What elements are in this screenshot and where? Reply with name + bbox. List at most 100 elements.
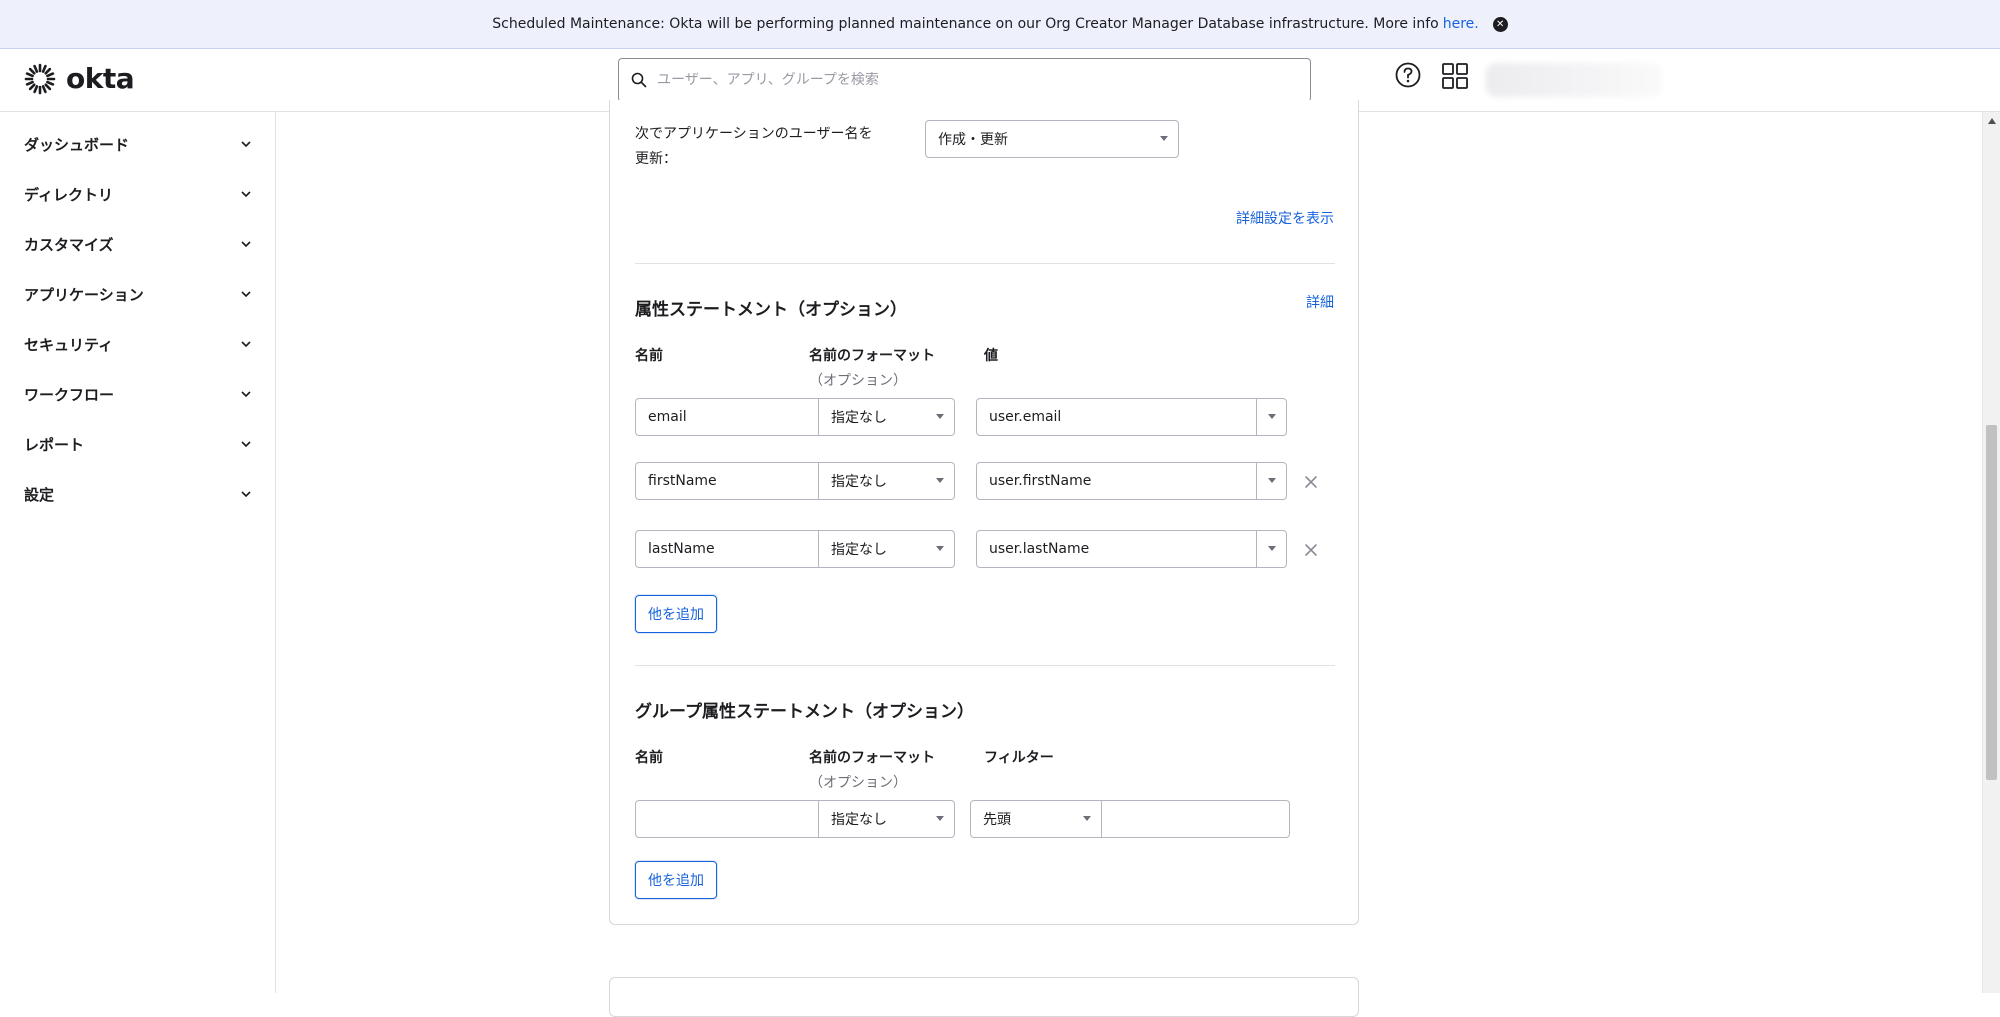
group-attribute-format-select[interactable]: 指定なし [819, 800, 955, 838]
group-attribute-name-input[interactable] [635, 800, 819, 838]
attribute-value-text: user.lastName [989, 541, 1090, 557]
saml-settings-card: 次でアプリケーションのユーザー名を 更新： 作成・更新 詳細設定を表示 属性ステ… [609, 100, 1359, 925]
attribute-value-combobox[interactable]: user.email [976, 398, 1287, 436]
sidebar-nav: ダッシュボード ディレクトリ カスタマイズ アプリケーション セキュリティ ワー… [0, 112, 276, 993]
username-update-label-line2: 更新： [635, 151, 677, 167]
sidebar-item-reports[interactable]: レポート [0, 424, 276, 464]
sidebar-item-label: ワークフロー [24, 385, 115, 404]
caret-down-icon [1083, 816, 1091, 821]
sidebar-item-label: カスタマイズ [24, 235, 114, 254]
okta-sunburst-icon [24, 63, 56, 94]
username-update-label: 次でアプリケーションのユーザー名を 更新： [635, 122, 872, 172]
group-col-header-name-format-sub: （オプション） [809, 775, 907, 791]
group-attribute-format-value: 指定なし [831, 812, 887, 828]
next-section-card [609, 977, 1359, 1017]
col-header-name: 名前 [635, 348, 663, 364]
sidebar-item-security[interactable]: セキュリティ [0, 324, 276, 364]
combobox-toggle[interactable] [1256, 463, 1286, 499]
attribute-statements-title: 属性ステートメント（オプション） [635, 300, 907, 320]
divider [635, 665, 1335, 666]
help-icon[interactable] [1394, 61, 1422, 89]
chevron-down-icon [241, 441, 251, 448]
maintenance-banner: Scheduled Maintenance: Okta will be perf… [0, 0, 2000, 49]
add-group-attribute-button[interactable]: 他を追加 [635, 861, 717, 899]
attribute-statements-detail-link[interactable]: 詳細 [1306, 292, 1334, 312]
username-update-label-line1: 次でアプリケーションのユーザー名を [635, 126, 873, 142]
caret-down-icon [1268, 414, 1276, 419]
attribute-value-text: user.firstName [989, 473, 1092, 489]
caret-down-icon [1268, 478, 1276, 483]
col-header-name-format: 名前のフォーマット [809, 348, 935, 364]
attribute-name-value: email [648, 409, 687, 425]
username-update-value: 作成・更新 [938, 132, 1008, 148]
logo-text: okta [66, 62, 135, 95]
chevron-down-icon [241, 491, 251, 498]
attribute-name-value: lastName [648, 541, 715, 557]
caret-down-icon [936, 478, 944, 483]
caret-down-icon [936, 414, 944, 419]
group-filter-type-select[interactable]: 先頭 [970, 800, 1102, 838]
username-update-select[interactable]: 作成・更新 [925, 120, 1179, 158]
remove-row-icon[interactable] [1303, 542, 1319, 558]
attribute-value-combobox[interactable]: user.firstName [976, 462, 1287, 500]
caret-down-icon [1268, 546, 1276, 551]
attribute-format-select[interactable]: 指定なし [819, 530, 955, 568]
chevron-down-icon [241, 391, 251, 398]
search-icon [631, 72, 647, 88]
scrollbar-thumb[interactable] [1986, 425, 1997, 780]
group-attribute-statements-title: グループ属性ステートメント（オプション） [635, 702, 974, 722]
caret-down-icon [1160, 136, 1168, 141]
caret-down-icon [936, 546, 944, 551]
combobox-toggle[interactable] [1256, 399, 1286, 435]
sidebar-item-label: セキュリティ [24, 335, 114, 354]
search-input[interactable] [655, 71, 1310, 89]
sidebar-item-label: ディレクトリ [24, 185, 113, 204]
attribute-name-input[interactable]: email [635, 398, 819, 436]
group-filter-value-input[interactable] [1102, 800, 1290, 838]
group-col-header-name-format: 名前のフォーマット [809, 750, 935, 766]
attribute-format-value: 指定なし [831, 474, 887, 490]
banner-message: Scheduled Maintenance: Okta will be perf… [492, 16, 1439, 32]
group-col-header-filter: フィルター [984, 750, 1054, 766]
sidebar-item-customize[interactable]: カスタマイズ [0, 224, 276, 264]
sidebar-item-workflow[interactable]: ワークフロー [0, 374, 276, 414]
sidebar-item-dashboard[interactable]: ダッシュボード [0, 124, 276, 164]
chevron-down-icon [241, 241, 251, 248]
sidebar-item-directory[interactable]: ディレクトリ [0, 174, 276, 214]
sidebar-item-label: アプリケーション [24, 285, 144, 304]
attribute-format-select[interactable]: 指定なし [819, 398, 955, 436]
sidebar-item-label: ダッシュボード [24, 135, 130, 154]
app-switcher-icon[interactable] [1441, 62, 1469, 90]
sidebar-item-label: 設定 [24, 485, 55, 504]
sidebar-item-settings[interactable]: 設定 [0, 474, 276, 514]
attribute-name-input[interactable]: lastName [635, 530, 819, 568]
banner-more-info-link[interactable]: here. [1443, 16, 1479, 32]
group-filter-type-value: 先頭 [983, 812, 1011, 828]
attribute-format-value: 指定なし [831, 542, 887, 558]
chevron-down-icon [241, 191, 251, 198]
chevron-down-icon [241, 291, 251, 298]
scroll-up-arrow-icon[interactable] [1988, 118, 1996, 124]
sidebar-item-applications[interactable]: アプリケーション [0, 274, 276, 314]
attribute-value-text: user.email [989, 409, 1062, 425]
global-search[interactable] [618, 58, 1311, 102]
attribute-format-value: 指定なし [831, 410, 887, 426]
user-menu[interactable] [1486, 63, 1662, 97]
divider [635, 263, 1335, 264]
add-attribute-button[interactable]: 他を追加 [635, 595, 717, 633]
combobox-toggle[interactable] [1256, 531, 1286, 567]
attribute-value-combobox[interactable]: user.lastName [976, 530, 1287, 568]
caret-down-icon [936, 816, 944, 821]
attribute-format-select[interactable]: 指定なし [819, 462, 955, 500]
remove-row-icon[interactable] [1303, 474, 1319, 490]
show-advanced-settings-link[interactable]: 詳細設定を表示 [1236, 208, 1334, 228]
col-header-value: 値 [984, 348, 998, 364]
chevron-down-icon [241, 141, 251, 148]
close-icon[interactable]: ✕ [1492, 16, 1508, 32]
group-col-header-name: 名前 [635, 750, 663, 766]
chevron-down-icon [241, 341, 251, 348]
okta-logo[interactable]: okta [24, 62, 135, 95]
attribute-name-input[interactable]: firstName [635, 462, 819, 500]
col-header-name-format-sub: （オプション） [809, 373, 907, 389]
page-scrollbar[interactable] [1982, 112, 2000, 993]
